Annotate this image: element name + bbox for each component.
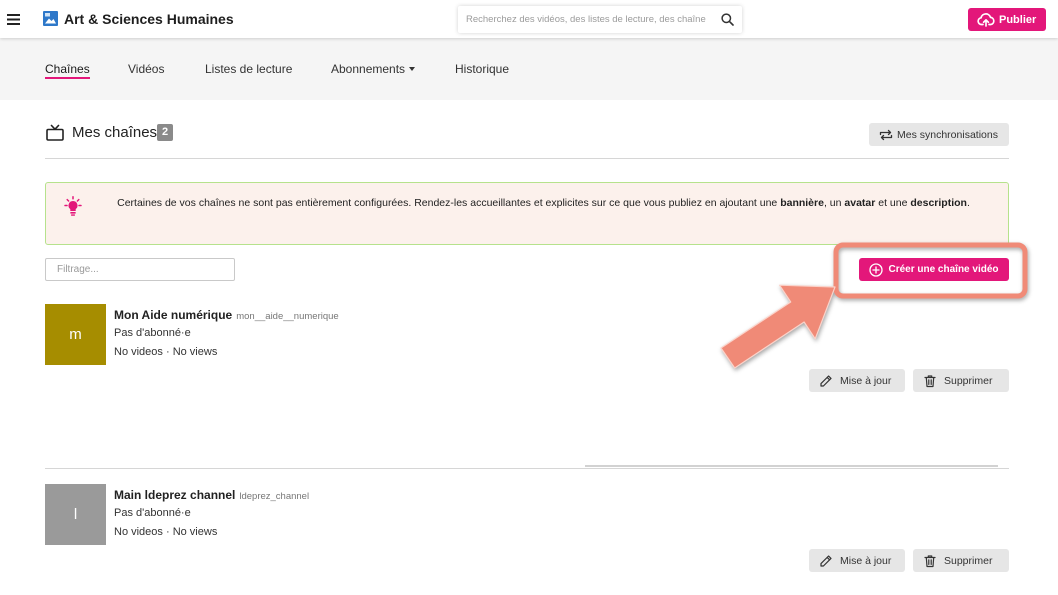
divider [45,468,1009,469]
channel-subscribers: Pas d'abonné·e [114,507,191,519]
channel-stats: No videos · No views [114,346,218,358]
channel-row: m Mon Aide numérique mon__aide__numerique… [45,304,1009,394]
divider-shadow [585,465,998,467]
alert-bold-avatar: avatar [844,197,876,209]
create-channel-button[interactable]: Créer une chaîne vidéo [859,258,1009,281]
app-title[interactable]: Art & Sciences Humaines [64,11,234,28]
channel-handle: ldeprez_channel [239,491,310,502]
delete-button[interactable]: Supprimer [913,549,1009,572]
channel-title: Main ldeprez channel ldeprez_channel [114,487,309,504]
update-button[interactable]: Mise à jour [809,369,905,392]
top-bar: Art & Sciences Humaines Publier [0,0,1058,38]
divider [45,158,1009,159]
channel-stats: No videos · No views [114,526,218,538]
trash-icon [923,554,937,568]
alert-text-mid-1: , un [823,197,845,209]
avatar[interactable]: m [45,304,106,365]
search-input[interactable] [458,6,714,33]
channel-subscribers: Pas d'abonné·e [114,327,191,339]
trash-icon [923,374,937,388]
sub-navigation: Chaînes Vidéos Listes de lecture Abonnem… [0,38,1058,100]
page: Art & Sciences Humaines Publier Chaînes [0,0,1058,595]
delete-button[interactable]: Supprimer [913,369,1009,392]
channel-name[interactable]: Mon Aide numérique [114,308,232,322]
search-box [458,6,742,33]
tab-history[interactable]: Historique [455,62,509,79]
chevron-down-icon [409,66,416,71]
tab-playlists[interactable]: Listes de lecture [205,62,292,79]
avatar[interactable]: l [45,484,106,545]
tv-icon [46,124,64,141]
publish-button[interactable]: Publier [968,8,1046,31]
alert-text-mid-2: et une [875,197,911,209]
alert-text-before: Certaines de vos chaînes ne sont pas ent… [117,197,781,209]
upload-cloud-icon [977,12,995,27]
alert-bold-description: description [910,197,967,209]
config-alert: Certaines de vos chaînes ne sont pas ent… [45,182,1009,245]
channel-name[interactable]: Main ldeprez channel [114,488,235,502]
sync-button-label: Mes synchronisations [897,128,998,141]
update-label: Mise à jour [840,554,892,567]
pencil-icon [819,374,833,388]
page-title: Mes chaînes [72,124,158,141]
channel-title: Mon Aide numérique mon__aide__numerique [114,307,339,324]
sync-icon [879,129,893,141]
alert-bold-banner: bannière [780,197,824,209]
hamburger-icon[interactable] [7,14,20,25]
search-icon[interactable] [721,13,734,26]
pencil-icon [819,554,833,568]
tab-subscriptions[interactable]: Abonnements [331,62,416,79]
publish-label: Publier [999,13,1037,26]
tab-subscriptions-label: Abonnements [331,62,406,76]
filter-input[interactable] [45,258,235,281]
delete-label: Supprimer [944,374,993,387]
create-channel-label: Créer une chaîne vidéo [888,264,999,275]
channel-count-badge: 2 [157,124,173,141]
channel-handle: mon__aide__numerique [236,311,339,322]
update-button[interactable]: Mise à jour [809,549,905,572]
delete-label: Supprimer [944,554,993,567]
tab-channels[interactable]: Chaînes [45,62,90,79]
channel-row: l Main ldeprez channel ldeprez_channel Pa… [45,484,1009,574]
alert-message: Certaines de vos chaînes ne sont pas ent… [100,194,987,213]
plus-circle-icon [869,262,884,277]
instance-logo-icon[interactable] [43,11,58,26]
lightbulb-icon [63,196,83,218]
tab-videos[interactable]: Vidéos [128,62,164,79]
my-synchronizations-button[interactable]: Mes synchronisations [869,123,1009,146]
update-label: Mise à jour [840,374,892,387]
alert-text-after: . [966,197,970,209]
